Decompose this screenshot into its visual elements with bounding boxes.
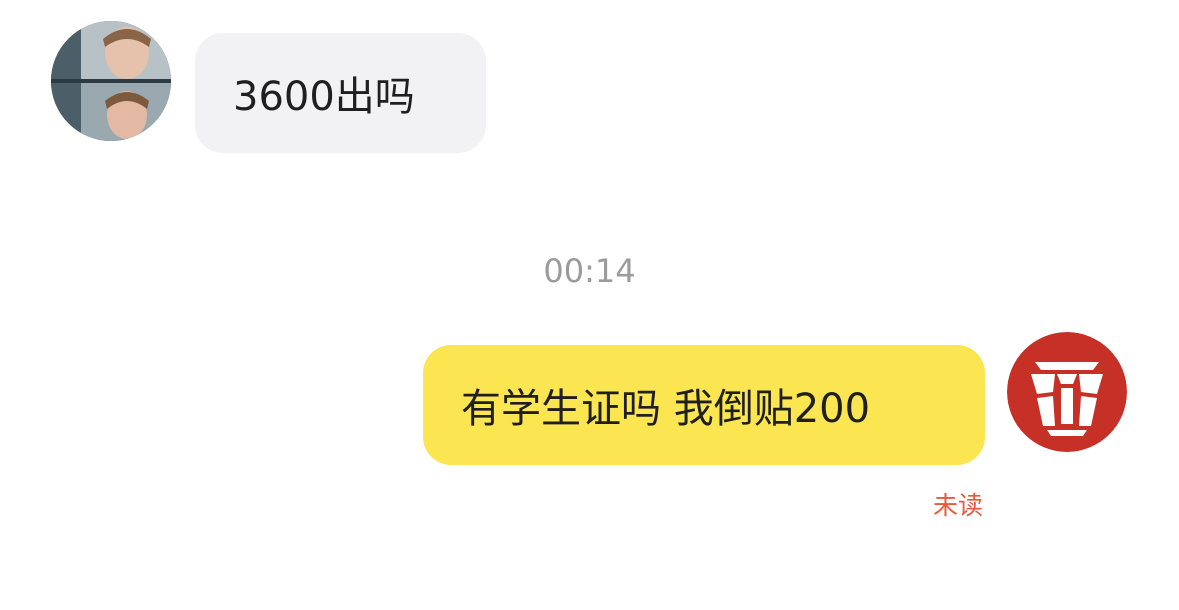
self-avatar[interactable]	[1007, 332, 1127, 452]
autobot-logo-icon	[1007, 332, 1127, 452]
message-text: 3600出吗	[233, 74, 415, 120]
outgoing-message-bubble[interactable]: 有学生证吗 我倒贴200	[423, 345, 985, 465]
contact-avatar[interactable]	[51, 21, 171, 141]
incoming-message-bubble[interactable]: 3600出吗	[195, 33, 486, 153]
message-text: 有学生证吗 我倒贴200	[461, 386, 871, 432]
unread-status: 未读	[932, 491, 983, 520]
user-photo-icon	[51, 21, 171, 141]
message-timestamp: 00:14	[543, 252, 636, 290]
